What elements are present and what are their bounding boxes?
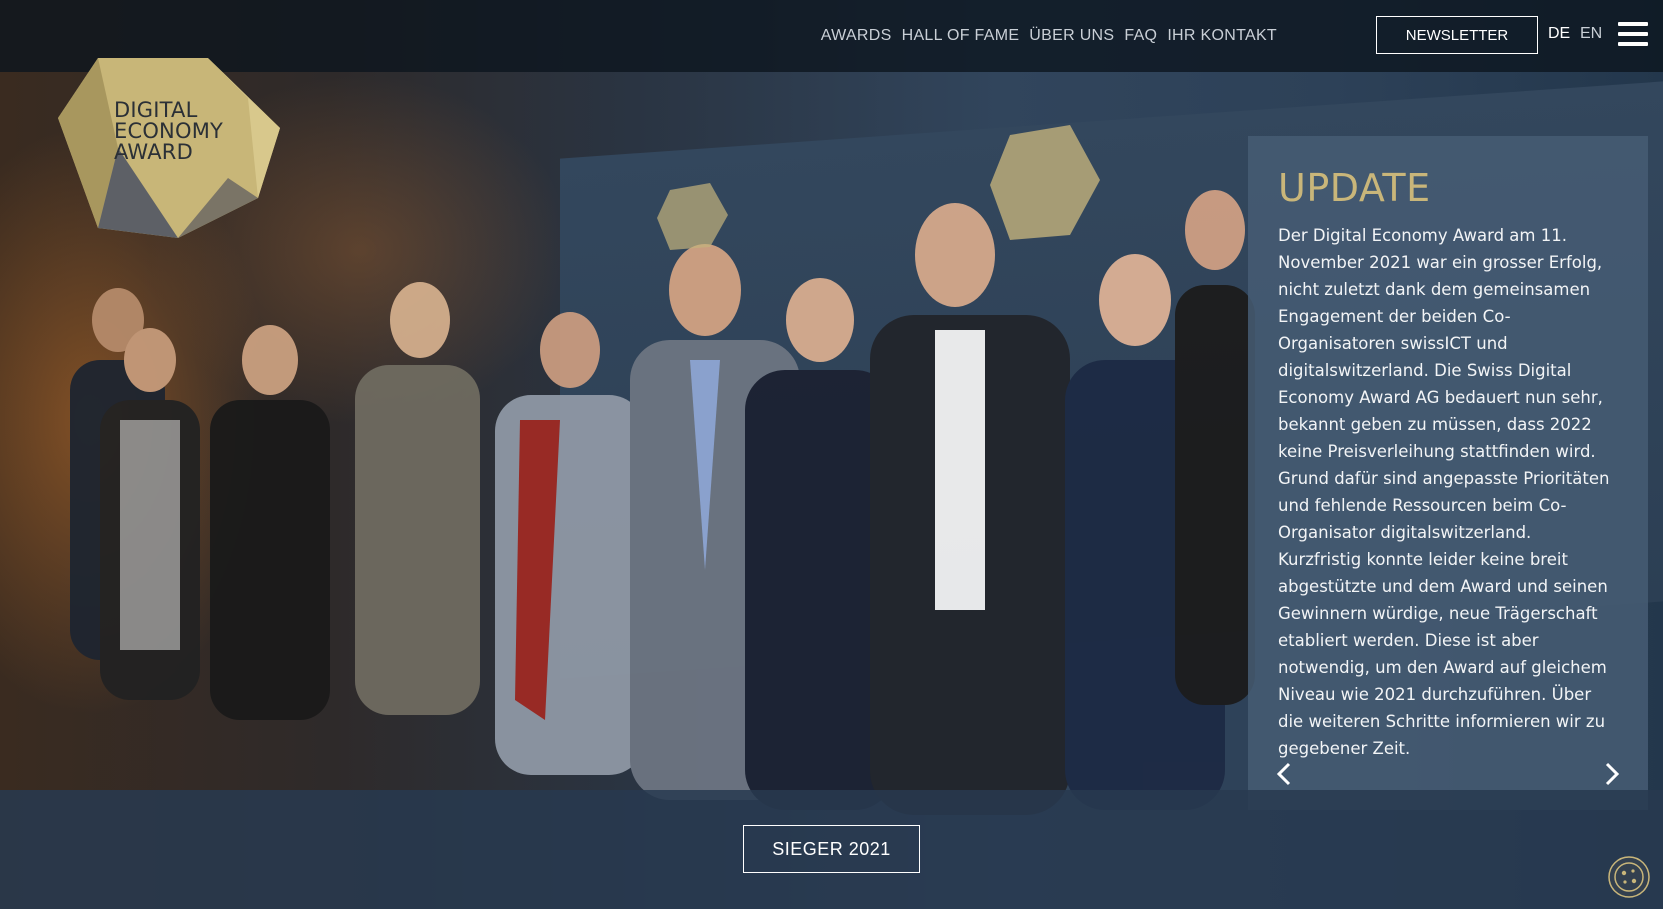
nav-hall-of-fame[interactable]: HALL OF FAME [902,27,1020,45]
logo-line: AWARD [114,140,193,164]
hamburger-icon[interactable] [1618,22,1648,48]
chevron-right-icon[interactable] [1600,760,1624,788]
newsletter-button[interactable]: NEWSLETTER [1376,16,1538,54]
cookie-icon[interactable] [1607,855,1651,899]
update-title: UPDATE [1278,166,1431,210]
main-nav: AWARDS HALL OF FAME ÜBER UNS FAQ IHR KON… [821,0,1277,72]
update-panel: UPDATE Der Digital Economy Award am 11. … [1248,136,1648,810]
nav-awards[interactable]: AWARDS [821,27,892,45]
nav-faq[interactable]: FAQ [1124,27,1157,45]
language-en[interactable]: EN [1580,25,1602,43]
logo-line: ECONOMY [114,119,224,143]
update-text: Der Digital Economy Award am 11. Novembe… [1278,226,1610,758]
chevron-left-icon[interactable] [1272,760,1296,788]
sieger-2021-button[interactable]: SIEGER 2021 [743,825,920,873]
language-de[interactable]: DE [1548,25,1570,43]
logo-wordmark: DIGITAL ECONOMY AWARD [114,100,264,163]
nav-ueber-uns[interactable]: ÜBER UNS [1029,27,1114,45]
logo-line: DIGITAL [114,98,198,122]
nav-ihr-kontakt[interactable]: IHR KONTAKT [1167,27,1277,45]
